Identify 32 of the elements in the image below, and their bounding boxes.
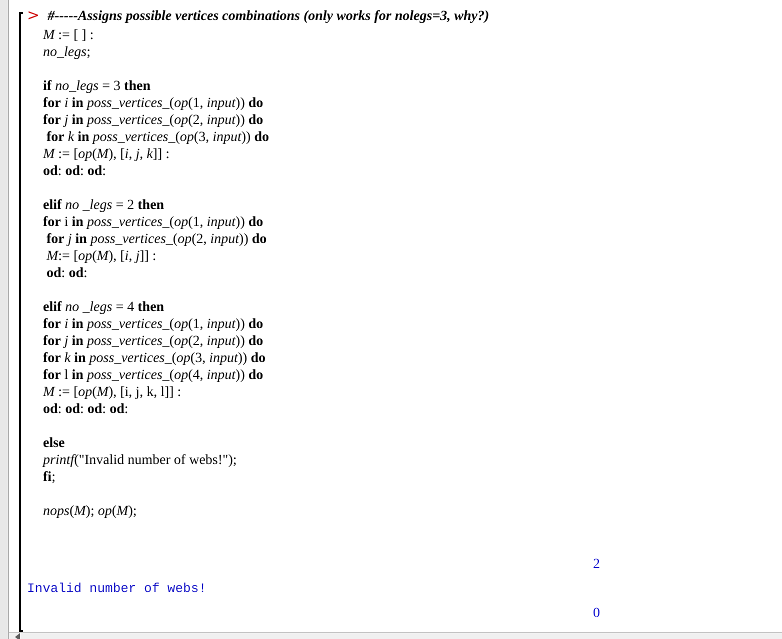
code-line: no_legs;	[43, 44, 92, 61]
code-line: M := [op(M), [i, j, k, l]] :	[43, 384, 182, 401]
code-line: for i in poss_vertices_(op(1, input)) do	[43, 316, 264, 333]
code-line: od: od: od:	[43, 163, 108, 180]
code-line: for i in poss_vertices_(op(1, input)) do	[43, 214, 264, 231]
scroll-left-icon[interactable]	[15, 633, 21, 639]
output-value: 0	[593, 604, 600, 622]
code-line: fi;	[43, 469, 56, 486]
code-line: M := [op(M), [i, j, k]] :	[43, 146, 171, 163]
prompt-symbol: >	[27, 5, 40, 26]
code-line: elif no _legs = 2 then	[43, 197, 166, 214]
code-line: for l in poss_vertices_(op(4, input)) do	[43, 367, 264, 384]
code-line: for k in poss_vertices_(op(3, input)) do	[46, 129, 270, 146]
comment-line: #-----Assigns possible vertices combinations (only works for nolegs=3, why?)	[48, 8, 490, 26]
vertical-scrollbar[interactable]	[0, 0, 9, 639]
output-value: 2	[593, 556, 600, 574]
code-line: else	[43, 435, 66, 452]
code-line: od: od: od: od:	[43, 401, 130, 418]
code-line: for k in poss_vertices_(op(3, input)) do	[43, 350, 266, 367]
code-line: for j in poss_vertices_(op(2, input)) do	[43, 333, 264, 350]
code-line: if no_legs = 3 then	[43, 78, 152, 95]
code-line: nops(M); op(M);	[43, 503, 138, 520]
printed-output: Invalid number of webs!	[27, 580, 206, 598]
horizontal-scrollbar[interactable]	[9, 632, 782, 639]
code-line: for j in poss_vertices_(op(2, input)) do	[46, 231, 268, 248]
code-line: printf("Invalid number of webs!");	[43, 452, 238, 469]
code-line: M:= [op(M), [i, j]] :	[45, 248, 158, 265]
code-line: for i in poss_vertices_(op(1, input)) do	[43, 95, 264, 112]
code-line: M := [ ] :	[43, 27, 95, 44]
code-line: od: od:	[46, 265, 88, 282]
code-line: for j in poss_vertices_(op(2, input)) do	[43, 112, 264, 129]
code-line: elif no _legs = 4 then	[43, 299, 166, 316]
